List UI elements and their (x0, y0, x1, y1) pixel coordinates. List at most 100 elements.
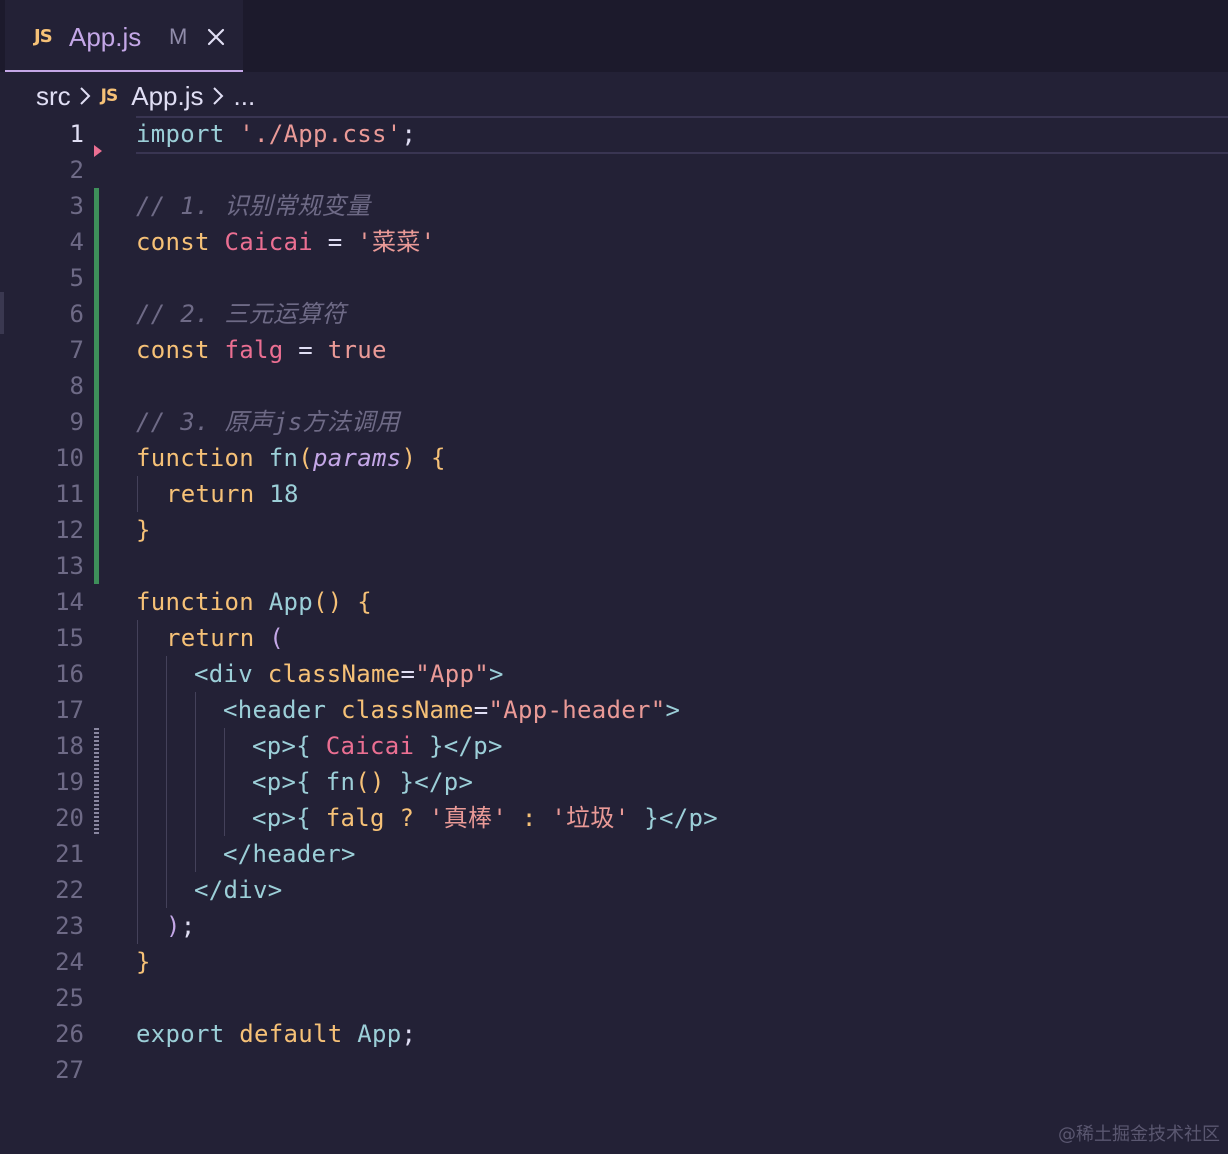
code-line-24[interactable]: } (136, 944, 151, 980)
line-number[interactable]: 24 (0, 944, 84, 980)
line-number[interactable]: 22 (0, 872, 84, 908)
line-number[interactable]: 16 (0, 656, 84, 692)
line-number[interactable]: 18 (0, 728, 84, 764)
code-line-26[interactable]: export default App; (136, 1016, 416, 1052)
line-number[interactable]: 20 (0, 800, 84, 836)
code-line-15[interactable]: return ( (166, 620, 284, 656)
token-brace: { (296, 732, 311, 760)
line-number[interactable]: 14 (0, 584, 84, 620)
line-number[interactable]: 17 (0, 692, 84, 728)
line-number[interactable]: 10 (0, 440, 84, 476)
line-number[interactable]: 8 (0, 368, 84, 404)
line-number[interactable]: 15 (0, 620, 84, 656)
line-number[interactable]: 7 (0, 332, 84, 368)
token-identifier: App (357, 1020, 402, 1048)
token-string: "App" (415, 660, 489, 688)
token-operator: = (400, 660, 416, 688)
line-number[interactable]: 21 (0, 836, 84, 872)
indent-guide (224, 728, 225, 836)
token-keyword: return (166, 624, 255, 652)
breadcrumb: src JS App.js ... (36, 78, 255, 114)
token-number: 18 (269, 480, 299, 508)
token-jsx-tag: <div (194, 660, 253, 688)
git-modified-bar[interactable] (94, 728, 99, 836)
token-jsx-tag: <header (223, 696, 327, 724)
git-deleted-marker[interactable] (94, 145, 102, 157)
code-line-16[interactable]: <div className="App"> (194, 656, 504, 692)
code-line-9[interactable]: // 3. 原声js方法调用 (136, 404, 400, 440)
line-number[interactable]: 11 (0, 476, 84, 512)
breadcrumb-more[interactable]: ... (234, 81, 256, 112)
token-keyword: export (136, 1020, 225, 1048)
token-variable: Caicai (224, 228, 313, 256)
code-line-1[interactable]: import './App.css'; (136, 116, 416, 152)
token-jsx-tag: </p> (658, 804, 718, 832)
line-number[interactable]: 1 (0, 116, 84, 152)
code-line-14[interactable]: function App() { (136, 584, 372, 620)
line-number[interactable]: 19 (0, 764, 84, 800)
token-jsx-tag: > (489, 660, 504, 688)
code-line-10[interactable]: function fn(params) { (136, 440, 446, 476)
token-paren: ( (269, 624, 284, 652)
token-punctuation: ; (180, 912, 196, 940)
breadcrumb-folder[interactable]: src (36, 81, 71, 112)
line-number[interactable]: 12 (0, 512, 84, 548)
code-line-23[interactable]: ); (166, 908, 196, 944)
line-number[interactable]: 26 (0, 1016, 84, 1052)
line-number[interactable]: 9 (0, 404, 84, 440)
line-number[interactable]: 6 (0, 296, 84, 332)
token-keyword: return (166, 480, 255, 508)
code-line-21[interactable]: </header> (223, 836, 356, 872)
code-line-4[interactable]: const Caicai = '菜菜' (136, 224, 435, 260)
line-number[interactable]: 13 (0, 548, 84, 584)
token-brace: { (342, 588, 372, 616)
line-number[interactable]: 27 (0, 1052, 84, 1088)
indent-guide (166, 656, 167, 908)
code-line-11[interactable]: return 18 (166, 476, 299, 512)
line-number[interactable]: 25 (0, 980, 84, 1016)
token-keyword: function (136, 444, 254, 472)
breadcrumb-file[interactable]: App.js (131, 81, 203, 112)
token-jsx-tag: </p> (414, 768, 474, 796)
line-number[interactable]: 2 (0, 152, 84, 188)
line-number[interactable]: 5 (0, 260, 84, 296)
code-line-17[interactable]: <header className="App-header"> (223, 692, 680, 728)
line-number[interactable]: 4 (0, 224, 84, 260)
line-number[interactable]: 3 (0, 188, 84, 224)
token-paren: ( (298, 444, 313, 472)
token-brace: } (384, 768, 415, 796)
token-punctuation: ; (401, 120, 417, 148)
git-added-bar[interactable] (94, 188, 99, 584)
token-string: '真棒' (414, 804, 522, 832)
token-function-name: App (268, 588, 313, 616)
token-operator: = (473, 696, 489, 724)
token-variable: falg (311, 804, 400, 832)
modified-indicator: M (169, 24, 188, 49)
token-operator: : (521, 804, 537, 832)
token-attribute: className (267, 660, 401, 688)
close-icon[interactable] (207, 28, 225, 46)
code-line-22[interactable]: </div> (194, 872, 283, 908)
token-string: '垃圾' (536, 804, 645, 832)
line-number[interactable]: 23 (0, 908, 84, 944)
indent-guide (195, 692, 196, 872)
token-keyword: default (239, 1020, 343, 1048)
code-line-6[interactable]: // 2. 三元运算符 (136, 296, 346, 332)
tab-app-js[interactable]: JS App.js M (5, 0, 243, 72)
token-paren: () (313, 588, 343, 616)
code-line-20[interactable]: <p>{ falg ? '真棒' : '垃圾' }</p> (252, 800, 718, 836)
code-editor[interactable]: 1 2 3 4 5 6 7 8 9 10 11 12 13 14 15 16 17 18 19 20 21 22 23 24 2… (0, 116, 1228, 1116)
code-line-3[interactable]: // 1. 识别常规变量 (136, 188, 370, 224)
code-line-7[interactable]: const falg = true (136, 332, 387, 368)
token-jsx-tag: <p> (252, 804, 297, 832)
code-line-12[interactable]: } (136, 512, 151, 548)
code-line-18[interactable]: <p>{ Caicai }</p> (252, 728, 503, 764)
code-line-19[interactable]: <p>{ fn() }</p> (252, 764, 473, 800)
